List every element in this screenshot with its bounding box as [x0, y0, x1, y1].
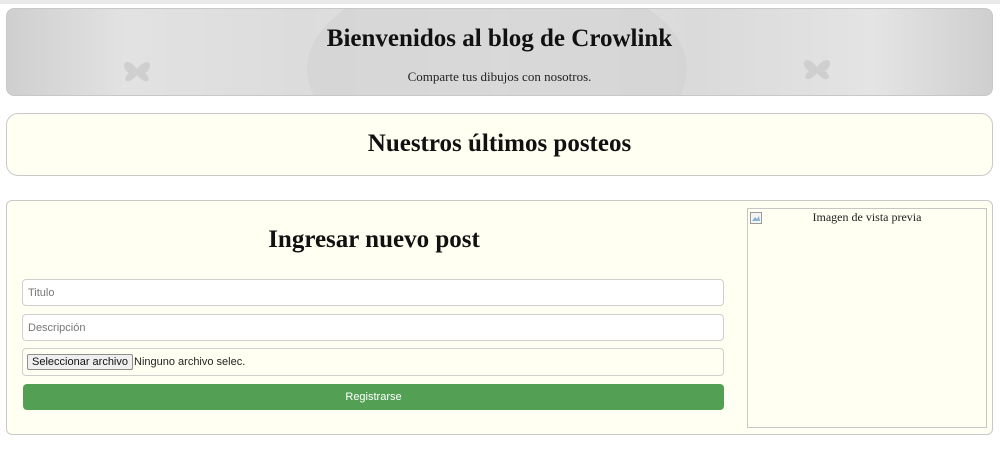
- file-input[interactable]: Seleccionar archivo Ninguno archivo sele…: [22, 348, 724, 376]
- site-title: Bienvenidos al blog de Crowlink: [326, 25, 673, 52]
- preview-alt-text: Imagen de vista previa: [812, 210, 922, 224]
- new-post-heading: Ingresar nuevo post: [268, 226, 480, 253]
- top-border: [0, 0, 1000, 4]
- image-preview: Imagen de vista previa: [747, 208, 987, 428]
- post-description-input[interactable]: [22, 314, 724, 341]
- site-subtitle: Comparte tus dibujos con nosotros.: [407, 69, 592, 84]
- register-button[interactable]: Registrarse: [23, 384, 724, 410]
- file-status-text: Ninguno archivo selec.: [134, 356, 246, 368]
- latest-posts-heading: Nuestros últimos posteos: [367, 130, 632, 157]
- choose-file-button[interactable]: Seleccionar archivo: [27, 354, 133, 370]
- post-title-input[interactable]: [22, 279, 724, 306]
- latest-posts-section: Nuestros últimos posteos: [6, 113, 993, 176]
- header-banner: Bienvenidos al blog de Crowlink Comparte…: [6, 8, 993, 96]
- new-post-form-panel: Ingresar nuevo post Seleccionar archivo …: [6, 200, 993, 435]
